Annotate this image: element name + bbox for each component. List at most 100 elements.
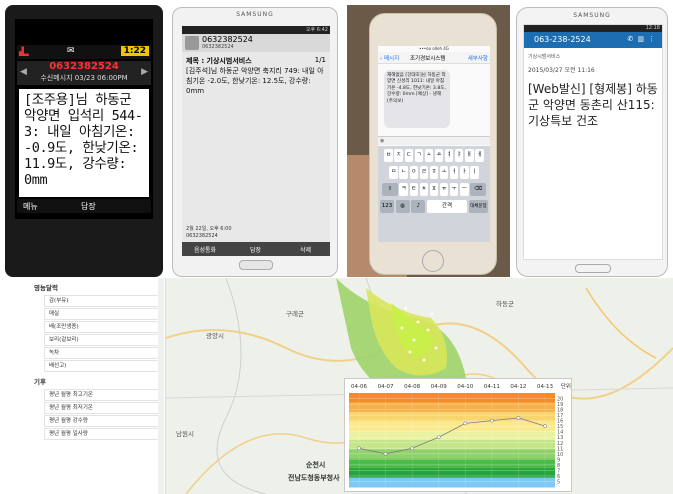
phone3-input-bar[interactable]: ◉ [378, 136, 490, 145]
list-item[interactable]: 평년 월평 일사량 [44, 428, 162, 440]
key[interactable]: ㅁ [389, 166, 398, 179]
key[interactable]: ㅑ [454, 149, 464, 162]
key[interactable]: ㅊ [419, 183, 429, 196]
y-tick-label: 13 [557, 435, 563, 441]
keyboard-row-1: ㅂ ㅈ ㄷ ㄱ ㅅ ㅛ ㅕ ㅑ ㅐ ㅔ [380, 149, 488, 162]
y-tick-label: 18 [557, 408, 563, 414]
chevron-left-icon[interactable]: ◀ [20, 67, 27, 77]
return-key[interactable]: 대체문장 [468, 200, 488, 213]
shift-key[interactable]: ⇧ [381, 183, 398, 196]
key[interactable]: ㅅ [424, 149, 434, 162]
list-item[interactable]: 배(조만생종) [44, 321, 162, 333]
phone1-status-bar: ▟▂ ✉ 1:22 [17, 45, 151, 59]
key[interactable]: ㅇ [409, 166, 419, 179]
phone1-softkeys: 메뉴 답장 [17, 199, 151, 213]
y-tick-label: 10 [557, 452, 563, 458]
key[interactable]: ㅎ [429, 166, 439, 179]
key[interactable]: ㅈ [394, 149, 403, 162]
key[interactable]: ㄴ [399, 166, 408, 179]
microphone-icon[interactable]: ♪ [411, 200, 426, 213]
phone3-photo: •••oo olleh 4G ‹ 메시지 조기경보시스템 세부사항 재해없음 [… [347, 5, 510, 277]
backspace-key[interactable]: ⌫ [470, 183, 487, 196]
space-key[interactable]: 간격 [426, 200, 468, 213]
chevron-right-icon[interactable]: ▶ [141, 67, 148, 77]
phone1-received-time: 수신메시지 03/23 06:00PM [40, 74, 128, 82]
key[interactable]: ㅋ [399, 183, 408, 196]
signal-icon: ▟▂ [19, 47, 29, 56]
chart-plot: 567891011121314151617181920 04-06 04-07 04-… [349, 382, 571, 488]
home-button[interactable] [239, 260, 273, 270]
data-point [463, 421, 468, 426]
list-item[interactable]: 감(부유) [44, 295, 162, 307]
chart-band [349, 430, 555, 441]
map-label: 광양시 [206, 332, 224, 340]
phone2-action-bar: 음성통화 답장 삭제 [182, 242, 330, 256]
back-button[interactable]: ‹ 메시지 [380, 54, 399, 62]
reply-button[interactable]: 답장 [250, 245, 261, 254]
phone1-sender-number: 0632382524 [49, 61, 119, 72]
phone4-datetime: 2015/03/27 오전 11:16 [528, 67, 595, 74]
key[interactable]: ㅡ [460, 183, 469, 196]
list-item[interactable]: 녹차 [44, 347, 162, 359]
key[interactable]: ㅌ [409, 183, 419, 196]
data-point [543, 424, 547, 429]
phone2-contact-number: 0632382524 [202, 35, 253, 44]
chart-corner-label: 단위 [561, 382, 571, 390]
globe-icon[interactable]: ◍ [395, 200, 410, 213]
x-tick-label: 04-07 [378, 384, 394, 390]
keyboard-row-2: ㅁ ㄴ ㅇ ㄹ ㅎ ㅗ ㅓ ㅏ ㅣ [380, 166, 488, 179]
data-point [436, 435, 441, 440]
key[interactable]: ㅍ [429, 183, 439, 196]
key[interactable]: ㅗ [439, 166, 449, 179]
chart-band [349, 449, 555, 460]
list-item[interactable]: 평년 월평 최고기온 [44, 389, 162, 401]
phone3-device: •••oo olleh 4G ‹ 메시지 조기경보시스템 세부사항 재해없음 [… [369, 13, 497, 275]
delete-button[interactable]: 삭제 [300, 245, 311, 254]
key[interactable]: ㅐ [465, 149, 474, 162]
chart-band [349, 458, 555, 469]
key[interactable]: ㅣ [470, 166, 479, 179]
voice-call-button[interactable]: 음성통화 [194, 245, 216, 254]
list-item[interactable]: 평년 월평 최저기온 [44, 402, 162, 414]
key[interactable]: ㄷ [404, 149, 414, 162]
x-tick-label: 04-12 [510, 384, 526, 390]
key[interactable]: ㅂ [384, 149, 393, 162]
numbers-key[interactable]: 123 [380, 200, 395, 213]
x-tick-label: 04-11 [484, 384, 500, 390]
home-button[interactable] [575, 264, 611, 273]
reply-softkey[interactable]: 답장 [81, 201, 96, 212]
key[interactable]: ㅠ [439, 183, 449, 196]
key[interactable]: ㅏ [460, 166, 469, 179]
home-button[interactable] [422, 250, 444, 272]
phone2-contact-bar: 0632382524 0632382524 [182, 34, 330, 52]
list-item[interactable]: 배선고) [44, 360, 162, 372]
y-tick-label: 7 [557, 468, 560, 474]
phone4-sender: 기상시범서비스 [528, 54, 561, 60]
key[interactable]: ㅓ [449, 166, 459, 179]
scrollbar[interactable] [158, 278, 164, 494]
list-item[interactable]: 평년 월평 강수량 [44, 415, 162, 427]
y-tick-label: 20 [557, 397, 563, 403]
menu-softkey[interactable]: 메뉴 [23, 201, 38, 212]
key[interactable]: ㄱ [414, 149, 424, 162]
key[interactable]: ㅜ [449, 183, 459, 196]
more-icon[interactable]: ⋮ [648, 35, 659, 43]
camera-icon[interactable]: ◉ [380, 138, 384, 144]
x-tick-label: 04-08 [404, 384, 420, 390]
list-item[interactable]: 보리(겉보리) [44, 334, 162, 346]
list-item[interactable]: 매실 [44, 308, 162, 320]
details-button[interactable]: 세부사항 [468, 54, 488, 62]
phone-icon[interactable]: ✆ [628, 35, 638, 43]
key[interactable]: ㅔ [475, 149, 484, 162]
key[interactable]: ㅛ [434, 149, 444, 162]
key[interactable]: ㅕ [444, 149, 454, 162]
delete-icon[interactable]: ▥ [637, 35, 648, 43]
data-point [516, 416, 521, 420]
data-point [410, 446, 414, 451]
phone2-brand: SAMSUNG [236, 11, 274, 18]
phone3-keyboard: ㅂ ㅈ ㄷ ㄱ ㅅ ㅛ ㅕ ㅑ ㅐ ㅔ ㅁ ㄴ ㅇ ㄹ ㅎ ㅗ ㅓ ㅏ ㅣ ⇧ … [378, 146, 490, 242]
temperature-chart[interactable]: 5 6 7 8 9 10 11 12 13 14 15 16 17 18 19 20 04-06 04-07 04-… [344, 378, 572, 492]
phone4-number: 063-238-2524 [534, 35, 591, 44]
phone3-title: 조기경보시스템 [410, 56, 446, 62]
key[interactable]: ㄹ [419, 166, 429, 179]
